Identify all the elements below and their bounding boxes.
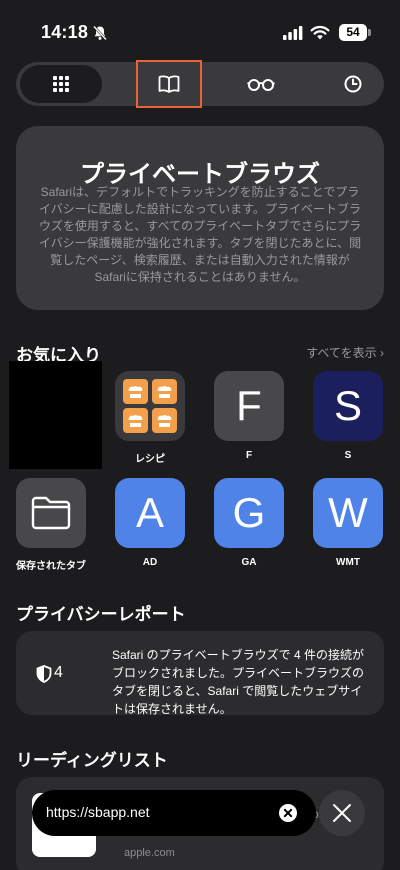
grid-icon <box>53 76 69 92</box>
favorite-f[interactable]: F F <box>206 371 292 461</box>
shield-icon <box>36 665 52 683</box>
folder-icon <box>16 478 86 548</box>
favorite-label: F <box>245 450 253 461</box>
redacted-block <box>9 361 102 469</box>
favorite-letter-icon: S <box>313 371 383 441</box>
favorite-letter-icon: F <box>214 371 284 441</box>
recipe-icon <box>115 371 185 441</box>
favorite-recipes[interactable]: レシピ <box>107 371 193 465</box>
url-text: https://sbapp.net <box>46 804 150 820</box>
favorite-s[interactable]: S S <box>305 371 391 461</box>
privacy-report-title: プライバシーレポート <box>16 605 186 624</box>
favorite-label: 保存されたタブ <box>16 561 86 572</box>
clock-icon <box>344 75 362 93</box>
close-icon <box>333 804 351 822</box>
private-browsing-card: プライベートブラウズ Safariは、デフォルトでトラッキングを防止することでプ… <box>16 126 384 310</box>
favorite-ga[interactable]: G GA <box>206 478 292 568</box>
battery-icon: 54 <box>339 24 371 41</box>
favorite-label: レシピ <box>135 454 165 465</box>
battery-level: 54 <box>339 24 367 41</box>
show-all-link[interactable]: すべてを表示 › <box>306 344 384 361</box>
book-icon <box>158 75 180 93</box>
privacy-report-card[interactable]: 4 Safari のプライベートブラウズで 4 件の接続がブロックされました。プ… <box>16 631 384 716</box>
favorite-label: WMT <box>336 557 360 568</box>
tracker-count: 4 <box>54 664 63 681</box>
clear-icon[interactable] <box>279 804 297 822</box>
bell-slash-icon <box>93 25 107 41</box>
favorite-letter-icon: A <box>115 478 185 548</box>
private-browsing-description: Safariは、デフォルトでトラッキングを防止することでプライバシーに配慮した設… <box>38 185 362 284</box>
status-bar: 14:18 54 <box>0 0 400 58</box>
favorite-saved-tabs[interactable]: 保存されたタブ <box>8 478 94 572</box>
segment-history[interactable] <box>320 65 386 103</box>
favorite-letter-icon: G <box>214 478 284 548</box>
favorite-letter-icon: W <box>313 478 383 548</box>
reading-list-item-url: apple.com <box>124 847 175 859</box>
privacy-report-description: Safari のプライベートブラウズで 4 件の接続がブロックされました。プライ… <box>112 648 365 716</box>
segment-tabs[interactable] <box>20 65 102 103</box>
url-field[interactable]: https://sbapp.net <box>32 790 316 836</box>
favorite-label: AD <box>142 557 158 568</box>
status-time: 14:18 <box>41 22 89 42</box>
favorite-wmt[interactable]: W WMT <box>305 478 391 568</box>
favorite-label: S <box>344 450 352 461</box>
segment-bookmarks[interactable] <box>136 60 202 108</box>
favorite-label: GA <box>241 557 257 568</box>
glasses-icon <box>247 79 275 91</box>
favorite-ad[interactable]: A AD <box>107 478 193 568</box>
reading-list-title: リーディングリスト <box>16 751 168 770</box>
close-button[interactable] <box>319 790 365 836</box>
signal-icon <box>283 26 303 40</box>
segment-reading-list[interactable] <box>228 65 294 103</box>
tab-view-segmented-control <box>16 60 386 108</box>
wifi-icon <box>310 25 330 40</box>
